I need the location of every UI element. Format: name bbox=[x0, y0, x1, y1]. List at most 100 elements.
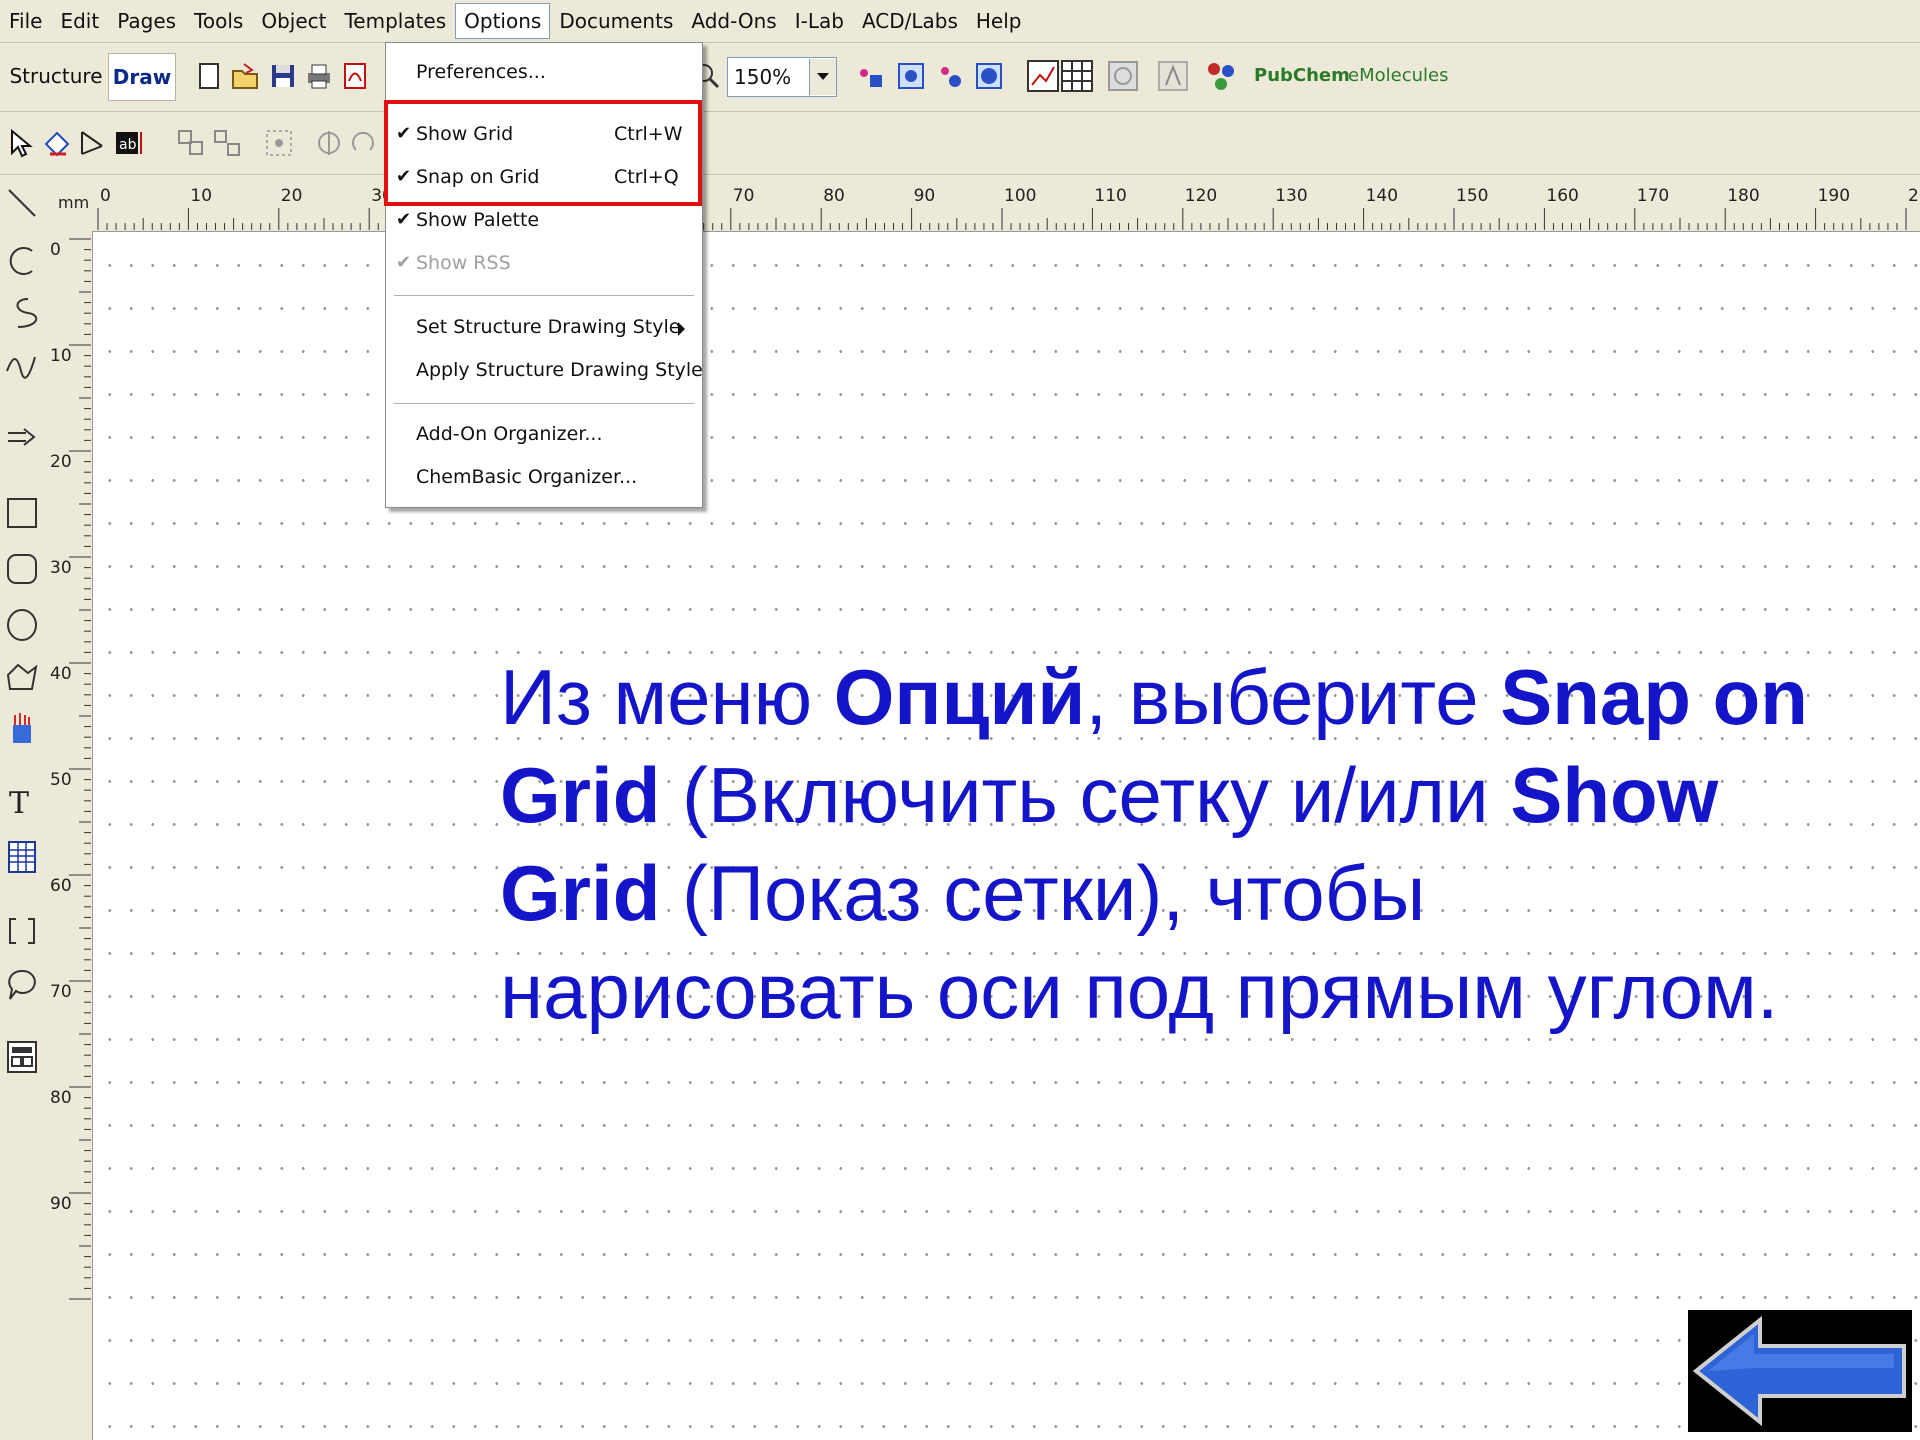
ruler-tick-label: 160 bbox=[1546, 186, 1578, 206]
ruler-tick-label: 80 bbox=[50, 1088, 72, 1108]
lasso-select-icon[interactable] bbox=[42, 128, 72, 158]
submenu-arrow-icon bbox=[678, 322, 685, 336]
text-select-icon[interactable]: ab bbox=[114, 128, 144, 158]
vertical-ruler-ticks: 0 10 20 30 40 50 60 70 80 90 bbox=[50, 238, 91, 1300]
tab-draw[interactable]: Draw bbox=[108, 53, 176, 101]
checkmark-icon: ✔ bbox=[396, 123, 412, 144]
menu-object[interactable]: Object bbox=[252, 3, 335, 39]
menu-item-snap-on-grid[interactable]: ✔ Snap on Grid Ctrl+Q bbox=[386, 160, 702, 198]
ruler-tick-label: 10 bbox=[190, 186, 212, 206]
open-file-icon[interactable] bbox=[230, 61, 260, 91]
horizontal-ruler: mm 0 10 20 30 70 80 90 100 110 120 130 140 150 160 170… bbox=[44, 175, 1920, 232]
menu-add-ons[interactable]: Add-Ons bbox=[682, 3, 785, 39]
menu-i-lab[interactable]: I-Lab bbox=[786, 3, 853, 39]
menu-templates[interactable]: Templates bbox=[335, 3, 455, 39]
menu-item-add-on-organizer[interactable]: Add-On Organizer... bbox=[386, 417, 702, 455]
instruction-bold-options: Опций bbox=[833, 653, 1086, 741]
menu-options[interactable]: Options bbox=[455, 3, 551, 39]
wave-tool-icon[interactable] bbox=[4, 347, 40, 383]
tab-structure[interactable]: Structure bbox=[8, 53, 104, 99]
ruler-tick-label: 30 bbox=[50, 558, 72, 578]
menu-item-apply-structure-drawing-style[interactable]: Apply Structure Drawing Style bbox=[386, 353, 703, 391]
ruler-tick-label: 150 bbox=[1456, 186, 1488, 206]
ruler-tick-label: 110 bbox=[1094, 186, 1126, 206]
ruler-tick-label: 70 bbox=[50, 982, 72, 1002]
rounded-rectangle-tool-icon[interactable] bbox=[4, 551, 40, 587]
save-icon[interactable] bbox=[268, 61, 298, 91]
instruction-part: Из меню bbox=[500, 653, 834, 741]
ruler-tick-label: 50 bbox=[50, 770, 72, 790]
ruler-tick-label: 190 bbox=[1818, 186, 1850, 206]
menu-tools[interactable]: Tools bbox=[185, 3, 252, 39]
options-dropdown-menu: Preferences... ✔ Show Grid Ctrl+W ✔ Snap… bbox=[385, 42, 703, 508]
sphere-icon[interactable] bbox=[974, 61, 1004, 91]
menu-pages[interactable]: Pages bbox=[108, 3, 185, 39]
template-tool-icon[interactable] bbox=[4, 1039, 40, 1075]
atom-style-icon[interactable] bbox=[856, 61, 886, 91]
select-arrow-icon[interactable] bbox=[6, 128, 36, 158]
chevron-down-icon[interactable] bbox=[809, 59, 836, 95]
back-arrow-button[interactable] bbox=[1688, 1310, 1912, 1432]
structure-tool-icon[interactable] bbox=[1156, 59, 1190, 93]
pubchem-button[interactable]: PubChem bbox=[1254, 65, 1350, 86]
color-fill-tool-icon[interactable] bbox=[4, 711, 40, 747]
3d-viewer-icon[interactable] bbox=[1106, 59, 1140, 93]
callout-tool-icon[interactable] bbox=[4, 967, 40, 1003]
table-tool-icon[interactable] bbox=[4, 839, 40, 875]
menu-separator bbox=[394, 403, 694, 405]
menu-item-show-palette[interactable]: ✔ Show Palette bbox=[386, 203, 702, 241]
group-icon[interactable] bbox=[176, 128, 206, 158]
ruler-tick-label: 60 bbox=[50, 876, 72, 896]
arrow-tool-icon[interactable] bbox=[4, 419, 40, 455]
instruction-part: (Включить сетку и/или bbox=[660, 751, 1511, 839]
checkmark-icon: ✔ bbox=[396, 209, 412, 230]
ruler-tick-label: 90 bbox=[914, 186, 936, 206]
menu-file[interactable]: File bbox=[0, 3, 51, 39]
new-page-icon[interactable] bbox=[194, 61, 224, 91]
pdf-export-icon[interactable] bbox=[340, 61, 370, 91]
rectangle-tool-icon[interactable] bbox=[4, 495, 40, 531]
menu-item-chembasic-organizer[interactable]: ChemBasic Organizer... bbox=[386, 460, 702, 498]
zoom-select[interactable]: 150% bbox=[727, 57, 837, 97]
menu-item-preferences[interactable]: Preferences... bbox=[386, 55, 702, 93]
emolecules-button[interactable]: eMolecules bbox=[1348, 65, 1448, 86]
arc-tool-icon[interactable] bbox=[4, 243, 40, 279]
ruler-tick-label: 200 bbox=[1908, 186, 1920, 206]
drawing-toolbar: ab bbox=[0, 112, 1920, 175]
menu-edit[interactable]: Edit bbox=[51, 3, 108, 39]
ruler-tick-label: 0 bbox=[50, 240, 61, 260]
menu-item-show-grid[interactable]: ✔ Show Grid Ctrl+W bbox=[386, 117, 702, 155]
menu-help[interactable]: Help bbox=[967, 3, 1031, 39]
menu-separator bbox=[394, 295, 694, 297]
ungroup-icon[interactable] bbox=[212, 128, 242, 158]
ruler-tick-label: 140 bbox=[1366, 186, 1398, 206]
svg-text:T: T bbox=[9, 786, 29, 821]
ellipse-tool-icon[interactable] bbox=[4, 607, 40, 643]
ruler-tick-label: 70 bbox=[733, 186, 755, 206]
menu-documents[interactable]: Documents bbox=[550, 3, 682, 39]
chart-icon[interactable] bbox=[1026, 59, 1060, 93]
atom-box-icon[interactable] bbox=[896, 61, 926, 91]
brackets-tool-icon[interactable] bbox=[4, 913, 40, 949]
table-grid-icon[interactable] bbox=[1060, 59, 1094, 93]
main-toolbar: Structure Draw 150% PubChem eMolecules bbox=[0, 43, 1920, 112]
polygon-tool-icon[interactable] bbox=[4, 659, 40, 695]
checkmark-icon: ✔ bbox=[396, 166, 412, 187]
ruler-tick-label: 20 bbox=[50, 452, 72, 472]
rotate-icon[interactable] bbox=[348, 128, 378, 158]
print-icon[interactable] bbox=[304, 61, 334, 91]
curve-tool-icon[interactable] bbox=[4, 295, 40, 331]
rotate-select-icon[interactable] bbox=[78, 128, 108, 158]
menu-acd-labs[interactable]: ACD/Labs bbox=[853, 3, 967, 39]
molecule-balls-icon[interactable] bbox=[936, 61, 966, 91]
ruler-tick-label: 20 bbox=[281, 186, 303, 206]
menu-item-set-structure-drawing-style[interactable]: Set Structure Drawing Style bbox=[386, 310, 702, 348]
align-center-icon[interactable] bbox=[264, 128, 294, 158]
ruler-tick-label: 130 bbox=[1275, 186, 1307, 206]
molecule-search-icon[interactable] bbox=[1204, 59, 1238, 93]
ruler-tick-label: 120 bbox=[1185, 186, 1217, 206]
flip-icon[interactable] bbox=[314, 128, 344, 158]
text-tool-icon[interactable]: T bbox=[4, 785, 40, 821]
horizontal-ruler-ticks: 0 10 20 30 70 80 90 100 110 120 130 140 150 160 170 180… bbox=[97, 186, 1920, 230]
line-tool-icon[interactable] bbox=[4, 185, 40, 221]
